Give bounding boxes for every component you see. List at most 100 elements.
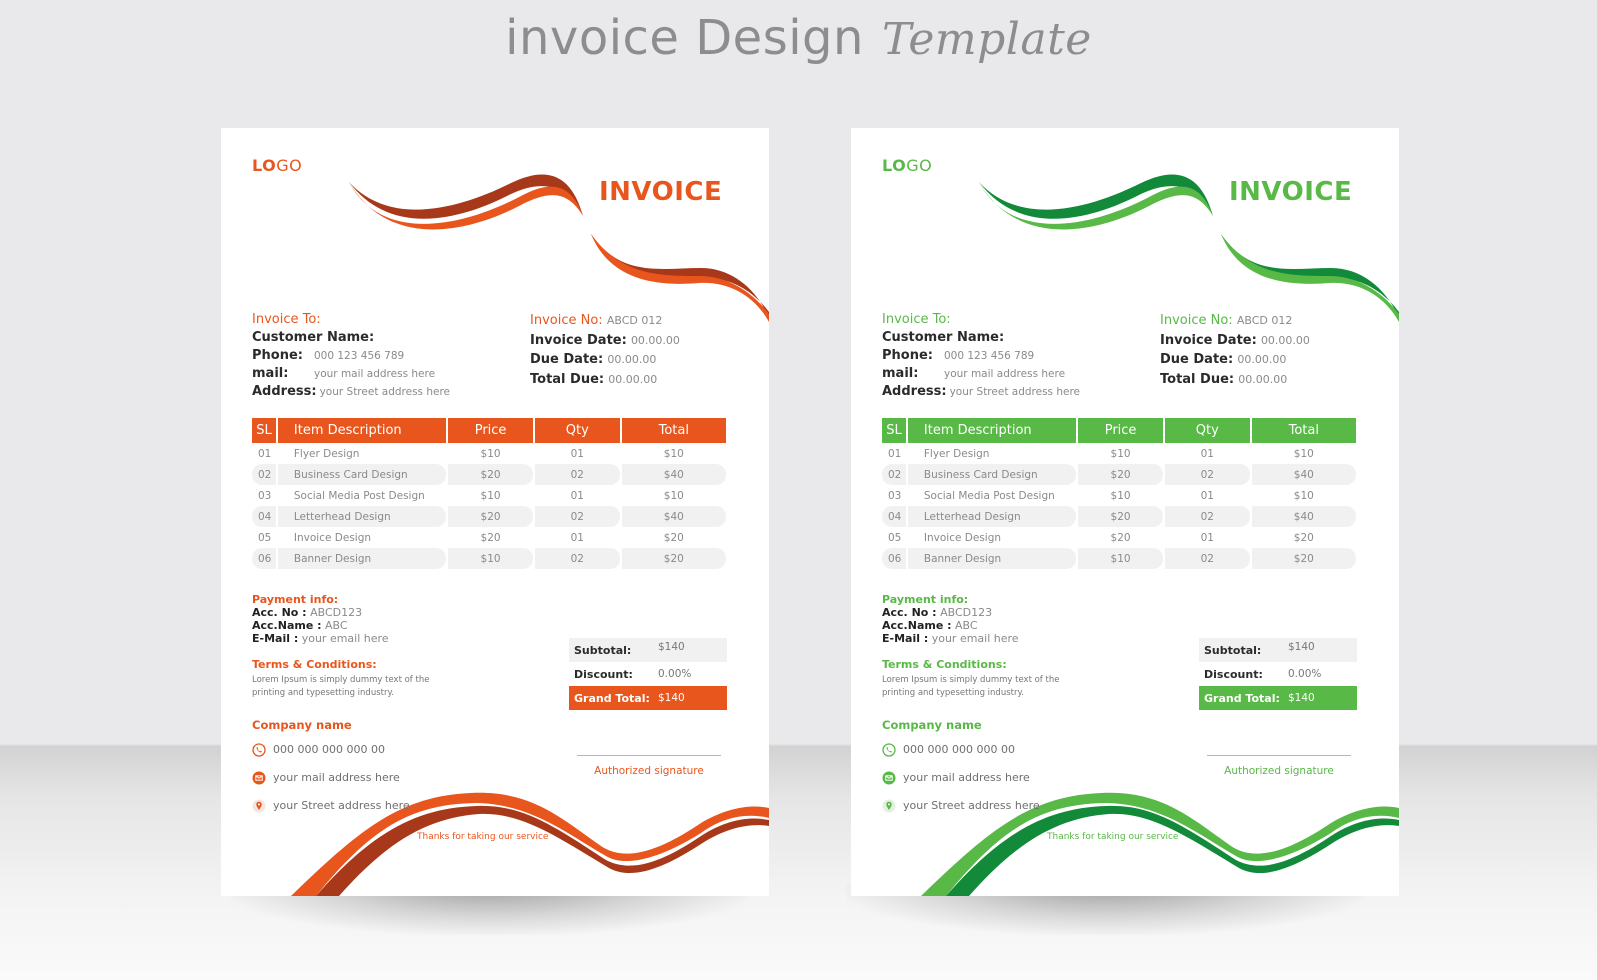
right-wave-dark <box>591 234 769 318</box>
cell-sl: 03 <box>258 489 272 502</box>
cell-qty: 02 <box>534 464 620 485</box>
cell-desc: Business Card Design <box>277 464 447 485</box>
column-header: Total <box>621 418 726 443</box>
terms-heading: Terms & Conditions: <box>252 658 377 671</box>
mail-label: mail: <box>252 366 289 381</box>
cell-price: $10 <box>448 548 533 569</box>
cell-total: $40 <box>621 464 726 485</box>
address-label: Address: <box>252 384 317 399</box>
cell-sl: 06 <box>882 548 906 569</box>
cell-total: $20 <box>663 531 684 544</box>
totals-box: Subtotal: $140 Discount: 0.00% Grand Total… <box>569 638 727 710</box>
total-due-value: 00.00.00 <box>608 372 658 386</box>
right-wave-main <box>1221 234 1399 322</box>
cell-total: $20 <box>1251 548 1356 569</box>
signature-line <box>1207 755 1351 756</box>
company-address: your Street address here <box>882 796 1040 815</box>
cell-sl: 03 <box>888 489 902 502</box>
cell-price: $10 <box>1078 548 1163 569</box>
email-label: E-Mail : <box>252 632 299 645</box>
terms-heading: Terms & Conditions: <box>882 658 1007 671</box>
cell-desc: Social Media Post Design <box>293 489 425 502</box>
company-address-text: your Street address here <box>273 799 410 812</box>
mail-icon <box>882 771 896 785</box>
banner-title-main: invoice Design <box>505 10 864 66</box>
footer-thanks: Thanks for taking our service <box>417 832 549 842</box>
acc-name-value: ABC <box>955 619 978 632</box>
top-wave-dark <box>349 174 583 219</box>
column-header: Price <box>1078 418 1163 443</box>
top-wave-main <box>349 182 583 230</box>
table-row: 02 Business Card Design $20 02 $40 <box>252 464 726 485</box>
company-phone-text: 000 000 000 000 00 <box>903 743 1015 756</box>
email-value: your email here <box>931 632 1019 645</box>
cell-sl: 02 <box>882 464 906 485</box>
invoice-page-orange: LOGO INVOICE Invoice To: Customer Name: … <box>221 128 769 896</box>
total-due-label: Total Due: <box>530 371 605 387</box>
invoice-title: INVOICE <box>1229 177 1353 207</box>
table-row: 05 Invoice Design $20 01 $20 <box>882 527 1356 548</box>
cell-price: $20 <box>448 464 533 485</box>
discount-row: Discount: 0.00% <box>569 662 727 686</box>
cell-total: $10 <box>663 489 684 502</box>
address-value: your Street address here <box>949 386 1081 398</box>
cell-sl: 05 <box>258 531 272 544</box>
signature-label: Authorized signature <box>594 765 704 777</box>
bill-to-section: Invoice To: Customer Name: Phone: 000 123… <box>252 311 450 401</box>
invoice-title: INVOICE <box>599 177 723 207</box>
column-header: SL <box>252 418 276 443</box>
invoice-no-value: ABCD 012 <box>1236 314 1293 327</box>
column-header: Total <box>1251 418 1356 443</box>
grand-total-label: Grand Total: <box>1204 691 1280 705</box>
acc-no-label: Acc. No : <box>882 606 937 619</box>
subtotal-row: Subtotal: $140 <box>569 638 727 662</box>
cell-qty: 02 <box>1164 464 1250 485</box>
mail-icon <box>252 771 266 785</box>
table-row: 05 Invoice Design $20 01 $20 <box>252 527 726 548</box>
company-info: Company name 000 000 000 000 00 your mai… <box>882 718 1040 815</box>
cell-desc: Business Card Design <box>907 464 1077 485</box>
column-header: Qty <box>534 418 620 443</box>
cell-qty: 01 <box>1200 447 1214 460</box>
cell-price: $10 <box>480 447 501 460</box>
grand-total-value: $140 <box>1288 692 1315 704</box>
discount-value: 0.00% <box>658 668 692 680</box>
company-mail: your mail address here <box>882 768 1040 787</box>
logo: LOGO <box>882 156 933 175</box>
company-phone: 000 000 000 000 00 <box>882 740 1040 759</box>
customer-name-label: Customer Name: <box>882 330 1005 345</box>
table-row: 04 Letterhead Design $20 02 $40 <box>252 506 726 527</box>
phone-icon <box>252 742 266 757</box>
table-row: 06 Banner Design $10 02 $20 <box>882 548 1356 569</box>
invoice-no-label: Invoice No: <box>1160 313 1233 328</box>
table-row: 01 Flyer Design $10 01 $10 <box>882 443 1356 464</box>
cell-desc: Flyer Design <box>923 447 990 460</box>
cell-desc: Invoice Design <box>923 531 1002 544</box>
mail-label: mail: <box>882 366 919 381</box>
cell-qty: 01 <box>570 531 584 544</box>
right-wave-main <box>591 234 769 322</box>
subtotal-value: $140 <box>1288 641 1315 653</box>
mail-value: your mail address here <box>314 368 436 380</box>
cell-total: $10 <box>1293 447 1314 460</box>
column-header: Price <box>448 418 533 443</box>
invoice-meta: Invoice No: ABCD 012 Invoice Date: 00.00… <box>1160 311 1310 389</box>
cell-desc: Invoice Design <box>293 531 372 544</box>
totals-box: Subtotal: $140 Discount: 0.00% Grand Total… <box>1199 638 1357 710</box>
phone-value: 000 123 456 789 <box>314 350 405 362</box>
company-heading: Company name <box>252 718 352 732</box>
cell-desc: Banner Design <box>277 548 447 569</box>
invoice-no-value: ABCD 012 <box>606 314 663 327</box>
logo: LOGO <box>252 156 303 175</box>
subtotal-value: $140 <box>658 641 685 653</box>
cell-price: $20 <box>1110 531 1131 544</box>
company-phone-text: 000 000 000 000 00 <box>273 743 385 756</box>
company-phone: 000 000 000 000 00 <box>252 740 410 759</box>
grand-total-label: Grand Total: <box>574 691 650 705</box>
invoice-date-value: 00.00.00 <box>1260 333 1310 347</box>
email-value: your email here <box>301 632 389 645</box>
cell-price: $20 <box>1078 464 1163 485</box>
grand-total-value: $140 <box>658 692 685 704</box>
due-date-value: 00.00.00 <box>1237 353 1287 366</box>
location-pin-icon <box>882 799 896 813</box>
